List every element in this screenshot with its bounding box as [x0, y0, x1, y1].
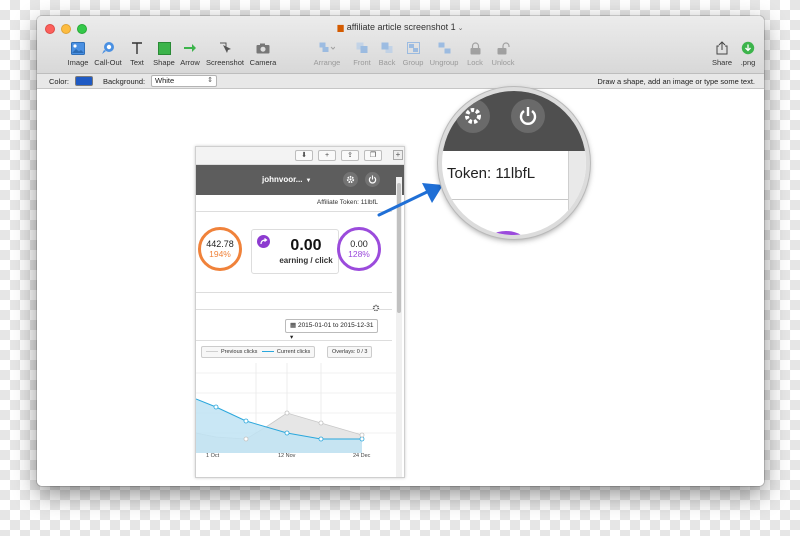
screenshot-tool-button[interactable]: Screenshot: [205, 38, 245, 67]
date-range-button: ▦ 2015-01-01 to 2015-12-31 ▾: [285, 319, 378, 341]
embedded-scrollbar: [396, 177, 402, 477]
arrange-button[interactable]: Arrange: [307, 38, 347, 67]
power-icon: [511, 99, 545, 133]
panel-gear-icon: [372, 299, 380, 317]
drawing-canvas[interactable]: ⬇ + ⇪ ❐ + johnvoor... ▼ Affiliate Token: …: [37, 87, 764, 486]
png-export-icon: [741, 38, 755, 58]
username-menu: johnvoor... ▼: [262, 175, 312, 184]
calendar-icon: ▦: [290, 322, 298, 329]
caret-down-icon: ▼: [305, 178, 312, 184]
text-icon: [131, 38, 143, 58]
callout-arrow[interactable]: [377, 179, 447, 219]
status-hint: Draw a shape, add an image or type some …: [597, 77, 755, 86]
divider: [196, 211, 392, 212]
gear-icon: [343, 172, 358, 187]
color-swatch[interactable]: [75, 76, 93, 86]
chart-legend: Previous clicks Current clicks: [201, 346, 316, 358]
chart-top-border: [196, 340, 392, 341]
panel-header-border: [196, 309, 392, 310]
document-icon: ▆: [337, 23, 344, 32]
updown-chevron-icon: ⇕: [207, 77, 213, 84]
screenshot-icon: [218, 38, 232, 58]
current-swatch: [261, 351, 274, 353]
group-icon: [406, 38, 420, 58]
panel-border: [196, 292, 392, 293]
gear-icon: [456, 99, 490, 133]
magnified-purple-circle: [476, 231, 536, 235]
previous-swatch: [206, 351, 218, 353]
embedded-screenshot[interactable]: ⬇ + ⇪ ❐ + johnvoor... ▼ Affiliate Token: …: [195, 146, 405, 478]
shape-icon: [157, 38, 171, 58]
title-bar: ▆ affiliate article screenshot 1 ⌄ Image C…: [37, 16, 764, 74]
arrow-icon: [183, 38, 197, 58]
overlays-box: Overlays: 0 / 3: [327, 346, 373, 358]
share-arrow-icon: [257, 235, 270, 248]
back-icon: [381, 38, 394, 58]
chevron-down-icon: ⌄: [457, 25, 464, 32]
tabs-icon: ❐: [364, 150, 382, 161]
background-label: Background:: [103, 77, 146, 86]
share-icon: ⇪: [341, 150, 359, 161]
affiliate-token-text: Affiliate Token: 11lbfL: [316, 199, 378, 206]
share-icon: [716, 38, 728, 58]
unlock-button[interactable]: Unlock: [483, 38, 523, 67]
magnifier-callout[interactable]: Token: 11lbfL: [438, 87, 590, 239]
unlock-icon: [497, 38, 510, 58]
callout-icon: [101, 38, 115, 58]
png-export-button[interactable]: .png: [728, 38, 764, 67]
clicks-chart: [196, 363, 396, 453]
ungroup-icon: [438, 38, 451, 58]
stat-circle-left: 442.78 194%: [198, 227, 242, 271]
color-label: Color:: [49, 77, 70, 86]
download-icon: ⬇: [295, 150, 313, 161]
arrow-tool-button[interactable]: Arrow: [170, 38, 210, 67]
plus-icon: +: [393, 150, 403, 160]
background-select[interactable]: White ⇕: [151, 75, 217, 87]
embedded-app-header: johnvoor... ▼: [196, 165, 404, 195]
camera-tool-button[interactable]: Camera: [243, 38, 283, 67]
magnified-token-text: Token: 11lbfL: [447, 165, 536, 182]
stat-circle-right: 0.00 128%: [337, 227, 381, 271]
window-title[interactable]: ▆ affiliate article screenshot 1 ⌄: [37, 22, 764, 32]
image-icon: [71, 38, 85, 58]
app-window: ▆ affiliate article screenshot 1 ⌄ Image C…: [37, 16, 764, 486]
add-tab-icon: +: [318, 150, 336, 161]
lock-icon: [470, 38, 481, 58]
arrange-icon: [319, 38, 335, 58]
camera-icon: [256, 38, 270, 58]
embedded-browser-toolbar: ⬇ + ⇪ ❐ +: [196, 147, 404, 165]
options-bar: Color: Background: White ⇕ Draw a shape,…: [37, 74, 764, 89]
